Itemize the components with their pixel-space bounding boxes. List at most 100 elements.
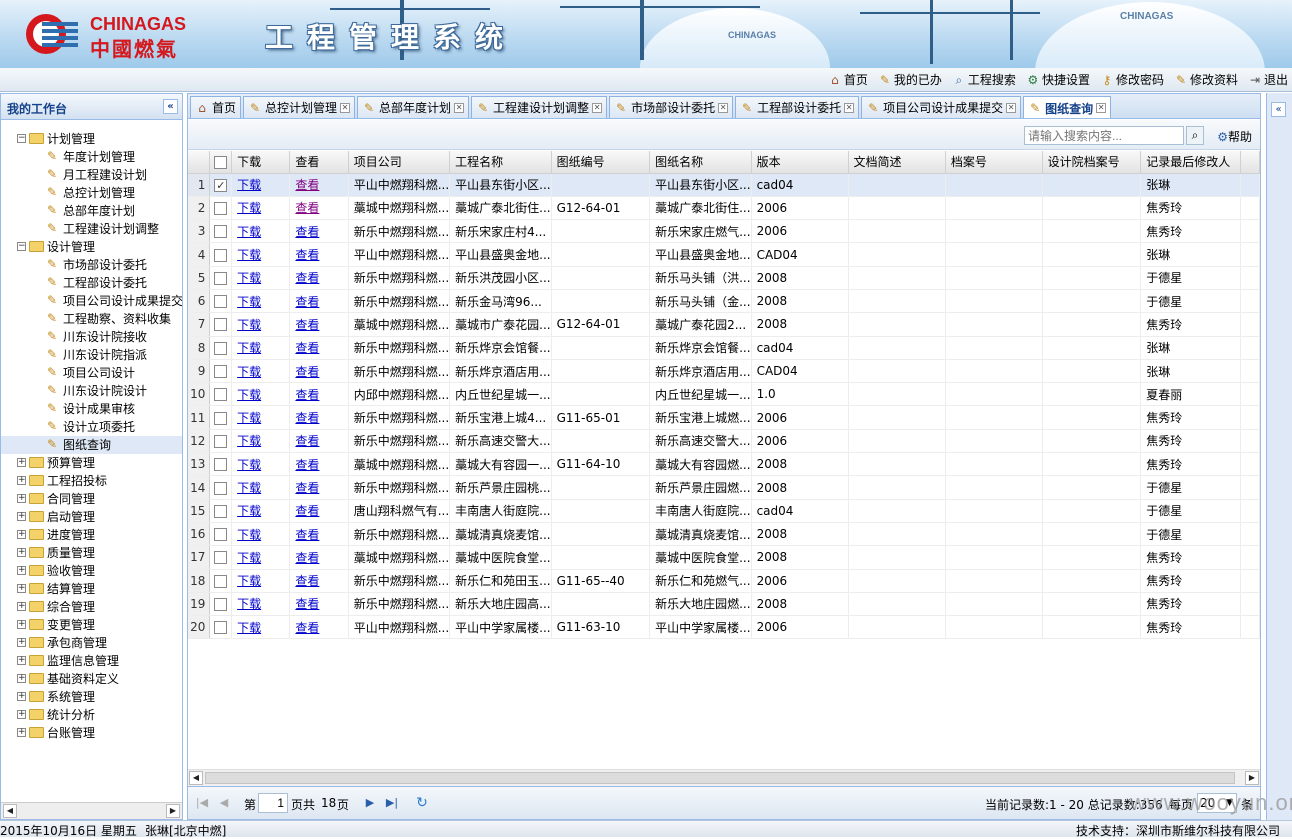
close-icon[interactable]: ✕	[340, 102, 351, 113]
tab-item[interactable]: ✎ 项目公司设计成果提交 ✕	[861, 96, 1022, 118]
view-link[interactable]: 查看	[295, 341, 319, 355]
tree-folder[interactable]: + 监理信息管理	[1, 652, 182, 670]
tab-item[interactable]: ⌂ 首页	[190, 96, 242, 118]
row-checkbox[interactable]	[214, 551, 228, 565]
tree-item[interactable]: ✎ 工程勘察、资料收集	[1, 310, 182, 328]
tree-item[interactable]: ✎ 图纸查询	[1, 436, 182, 454]
tree-item[interactable]: ✎ 工程建设计划调整	[1, 220, 182, 238]
refresh-icon[interactable]: ↻	[414, 795, 430, 811]
download-link[interactable]: 下载	[237, 621, 261, 635]
table-row[interactable]: 4 下载 查看 平山中燃翔科燃... 平山县盛奥金地... 平山县盛奥金地... CAD04…	[188, 242, 1260, 267]
tree-item[interactable]: ✎ 设计立项委托	[1, 418, 182, 436]
download-link[interactable]: 下载	[237, 341, 261, 355]
search-input[interactable]	[1024, 126, 1184, 145]
tree-folder[interactable]: + 结算管理	[1, 580, 182, 598]
row-checkbox[interactable]	[214, 201, 228, 215]
tree-folder[interactable]: + 基础资料定义	[1, 670, 182, 688]
download-link[interactable]: 下载	[237, 528, 261, 542]
expand-node-icon[interactable]: +	[17, 476, 26, 485]
row-checkbox[interactable]	[214, 271, 228, 285]
view-link[interactable]: 查看	[295, 504, 319, 518]
tree-folder[interactable]: + 工程招投标	[1, 472, 182, 490]
table-row[interactable]: 19 下载 查看 新乐中燃翔科燃... 新乐大地庄园高... 新乐大地庄园燃... 2008…	[188, 592, 1260, 617]
scroll-thumb[interactable]	[205, 772, 1235, 784]
download-link[interactable]: 下载	[237, 504, 261, 518]
expand-node-icon[interactable]: +	[17, 728, 26, 737]
view-link[interactable]: 查看	[295, 574, 319, 588]
expand-node-icon[interactable]: +	[17, 512, 26, 521]
table-row[interactable]: 8 下载 查看 新乐中燃翔科燃... 新乐烨京会馆餐... 新乐烨京会馆餐... cad04…	[188, 336, 1260, 360]
download-link[interactable]: 下载	[237, 458, 261, 472]
download-link[interactable]: 下载	[237, 225, 261, 239]
col-header[interactable]: 设计院档案号	[1042, 151, 1142, 174]
tree-folder[interactable]: + 变更管理	[1, 616, 182, 634]
tab-item[interactable]: ✎ 图纸查询 ✕	[1023, 96, 1112, 118]
download-link[interactable]: 下载	[237, 295, 261, 309]
view-link[interactable]: 查看	[295, 271, 319, 285]
table-row[interactable]: 14 下载 查看 新乐中燃翔科燃... 新乐芦景庄园桃... 新乐芦景庄园燃... 2008…	[188, 475, 1260, 500]
download-link[interactable]: 下载	[237, 201, 261, 215]
row-checkbox[interactable]: ✓	[214, 178, 228, 192]
sidebar-hscrollbar[interactable]: ◀ ▶	[1, 802, 182, 819]
tree-item[interactable]: ✎ 年度计划管理	[1, 148, 182, 166]
tree-folder[interactable]: + 合同管理	[1, 490, 182, 508]
expand-node-icon[interactable]: +	[17, 584, 26, 593]
row-checkbox[interactable]	[214, 574, 228, 588]
row-checkbox[interactable]	[214, 458, 228, 472]
col-header[interactable]: 档案号	[945, 151, 1043, 174]
tree-folder[interactable]: + 质量管理	[1, 544, 182, 562]
download-link[interactable]: 下载	[237, 365, 261, 379]
tree-item[interactable]: ✎ 设计成果审核	[1, 400, 182, 418]
tree-folder[interactable]: + 统计分析	[1, 706, 182, 724]
col-header[interactable]: 图纸编号	[551, 151, 651, 174]
scroll-left-icon[interactable]: ◀	[3, 804, 17, 818]
quick-settings-link[interactable]: ⚙ 快捷设置	[1026, 71, 1090, 88]
table-row[interactable]: 9 下载 查看 新乐中燃翔科燃... 新乐烨京酒店用... 新乐烨京酒店用... CAD04…	[188, 359, 1260, 384]
tab-item[interactable]: ✎ 工程建设计划调整 ✕	[471, 96, 608, 118]
tree-item[interactable]: ✎ 川东设计院设计	[1, 382, 182, 400]
close-icon[interactable]: ✕	[1096, 103, 1107, 113]
expand-node-icon[interactable]: +	[17, 530, 26, 539]
col-header[interactable]: 下载	[231, 151, 291, 174]
tree-item[interactable]: ✎ 总控计划管理	[1, 184, 182, 202]
table-row[interactable]: 12 下载 查看 新乐中燃翔科燃... 新乐高速交警大... 新乐高速交警大... 2006…	[188, 429, 1260, 454]
row-checkbox[interactable]	[214, 365, 228, 379]
scroll-left-icon[interactable]: ◀	[189, 771, 203, 785]
tree-item[interactable]: ✎ 川东设计院指派	[1, 346, 182, 364]
expand-node-icon[interactable]: +	[17, 710, 26, 719]
expand-node-icon[interactable]: +	[17, 620, 26, 629]
tree-folder[interactable]: + 验收管理	[1, 562, 182, 580]
tree-item[interactable]: ✎ 工程部设计委托	[1, 274, 182, 292]
download-link[interactable]: 下载	[237, 411, 261, 425]
expand-node-icon[interactable]: +	[17, 458, 26, 467]
expand-node-icon[interactable]: +	[17, 548, 26, 557]
view-link[interactable]: 查看	[295, 528, 319, 542]
change-password-link[interactable]: ⚷ 修改密码	[1100, 71, 1164, 88]
search-icon[interactable]: ⌕	[1186, 126, 1204, 145]
tree-item[interactable]: ✎ 项目公司设计	[1, 364, 182, 382]
view-link[interactable]: 查看	[295, 551, 319, 565]
table-row[interactable]: 16 下载 查看 新乐中燃翔科燃... 藁城清真烧麦馆... 藁城清真烧麦馆... 2008…	[188, 522, 1260, 547]
tree-folder[interactable]: + 预算管理	[1, 454, 182, 472]
view-link[interactable]: 查看	[295, 434, 319, 448]
tree-item[interactable]: ✎ 项目公司设计成果提交	[1, 292, 182, 310]
col-header[interactable]: 查看	[289, 151, 349, 174]
view-link[interactable]: 查看	[295, 458, 319, 472]
expand-node-icon[interactable]: +	[17, 674, 26, 683]
tree-folder[interactable]: + 台账管理	[1, 724, 182, 742]
download-link[interactable]: 下载	[237, 271, 261, 285]
expand-node-icon[interactable]: +	[17, 638, 26, 647]
page-number-input[interactable]	[258, 793, 288, 813]
view-link[interactable]: 查看	[295, 225, 319, 239]
download-link[interactable]: 下载	[237, 388, 261, 402]
row-checkbox[interactable]	[214, 528, 228, 542]
row-checkbox[interactable]	[214, 248, 228, 262]
col-header[interactable]: 文档简述	[848, 151, 946, 174]
download-link[interactable]: 下载	[237, 551, 261, 565]
download-link[interactable]: 下载	[237, 178, 261, 192]
table-row[interactable]: 18 下载 查看 新乐中燃翔科燃... 新乐仁和苑田玉... G11-65--40 新乐仁和…	[188, 569, 1260, 593]
table-row[interactable]: 15 下载 查看 唐山翔科燃气有... 丰南唐人街庭院... 丰南唐人街庭院... cad0…	[188, 499, 1260, 523]
close-icon[interactable]: ✕	[592, 102, 603, 113]
view-link[interactable]: 查看	[295, 248, 319, 262]
collapse-left-icon[interactable]: «	[163, 99, 178, 114]
